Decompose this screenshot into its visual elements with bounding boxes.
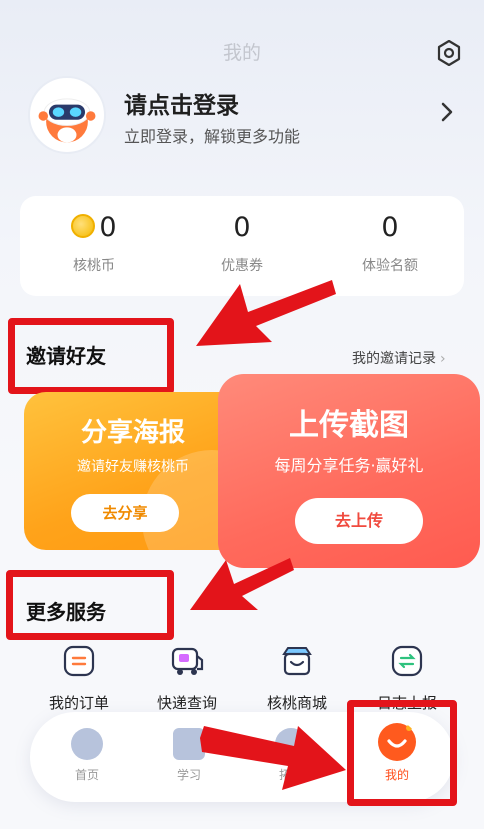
- upload-screenshot-card[interactable]: 上传截图 每周分享任务·赢好礼 去上传: [218, 374, 480, 568]
- service-item-orders[interactable]: 我的订单: [24, 644, 134, 713]
- share-button[interactable]: 去分享: [71, 494, 179, 532]
- robot-avatar-icon: [38, 98, 96, 143]
- chevron-right-icon[interactable]: [438, 100, 456, 124]
- annotation-box: [6, 570, 174, 640]
- log-upload-icon: [391, 645, 423, 677]
- share-card-subtitle: 邀请好友赚核桃币: [77, 459, 189, 475]
- stat-label: 核桃币: [73, 258, 115, 274]
- order-icon: [63, 645, 95, 677]
- annotation-box: [347, 700, 457, 806]
- gear-icon[interactable]: [436, 40, 462, 66]
- coin-icon: [71, 213, 96, 238]
- stat-coupon[interactable]: 0 优惠券: [168, 212, 316, 275]
- annotation-box: [8, 318, 174, 394]
- upload-card-title: 上传截图: [289, 408, 409, 443]
- tab-label: 首页: [74, 768, 99, 782]
- stat-walnut-coin[interactable]: 0 核桃币: [20, 212, 168, 275]
- upload-button[interactable]: 去上传: [295, 498, 423, 544]
- tab-home[interactable]: 首页: [42, 728, 132, 783]
- stat-label: 体验名额: [362, 258, 418, 274]
- service-item-shop[interactable]: 核桃商城: [242, 644, 352, 713]
- login-prompt[interactable]: 请点击登录: [124, 86, 239, 120]
- service-label: 核桃商城: [266, 694, 327, 712]
- stat-value: 0: [381, 212, 399, 243]
- annotation-arrow: [190, 558, 294, 610]
- stat-trial-quota[interactable]: 0 体验名额: [316, 212, 464, 275]
- invite-record-link[interactable]: 我的邀请记录 ›: [352, 348, 446, 368]
- stat-label: 优惠券: [221, 258, 263, 274]
- stat-value: 0: [99, 212, 117, 243]
- invite-record-label: 我的邀请记录: [352, 351, 436, 367]
- service-label: 我的订单: [48, 694, 109, 712]
- service-label: 快递查询: [156, 694, 217, 712]
- avatar: [28, 76, 106, 154]
- stat-value: 0: [233, 212, 251, 243]
- annotation-arrow: [200, 726, 346, 790]
- share-card-title: 分享海报: [80, 418, 185, 448]
- upload-card-subtitle: 每周分享任务·赢好礼: [274, 456, 424, 475]
- shop-icon: [282, 647, 312, 676]
- service-item-delivery[interactable]: 快递查询: [132, 644, 242, 713]
- page-title: 我的: [222, 42, 261, 64]
- login-row[interactable]: 请点击登录 立即登录，解锁更多功能: [28, 76, 468, 176]
- delivery-icon: [171, 647, 204, 675]
- share-poster-card[interactable]: 分享海报 邀请好友赚核桃币 去分享: [24, 392, 242, 550]
- login-subtitle: 立即登录，解锁更多功能: [124, 127, 301, 146]
- home-icon: [71, 728, 103, 760]
- chevron-right-icon: ›: [440, 351, 446, 367]
- annotation-arrow: [196, 280, 336, 346]
